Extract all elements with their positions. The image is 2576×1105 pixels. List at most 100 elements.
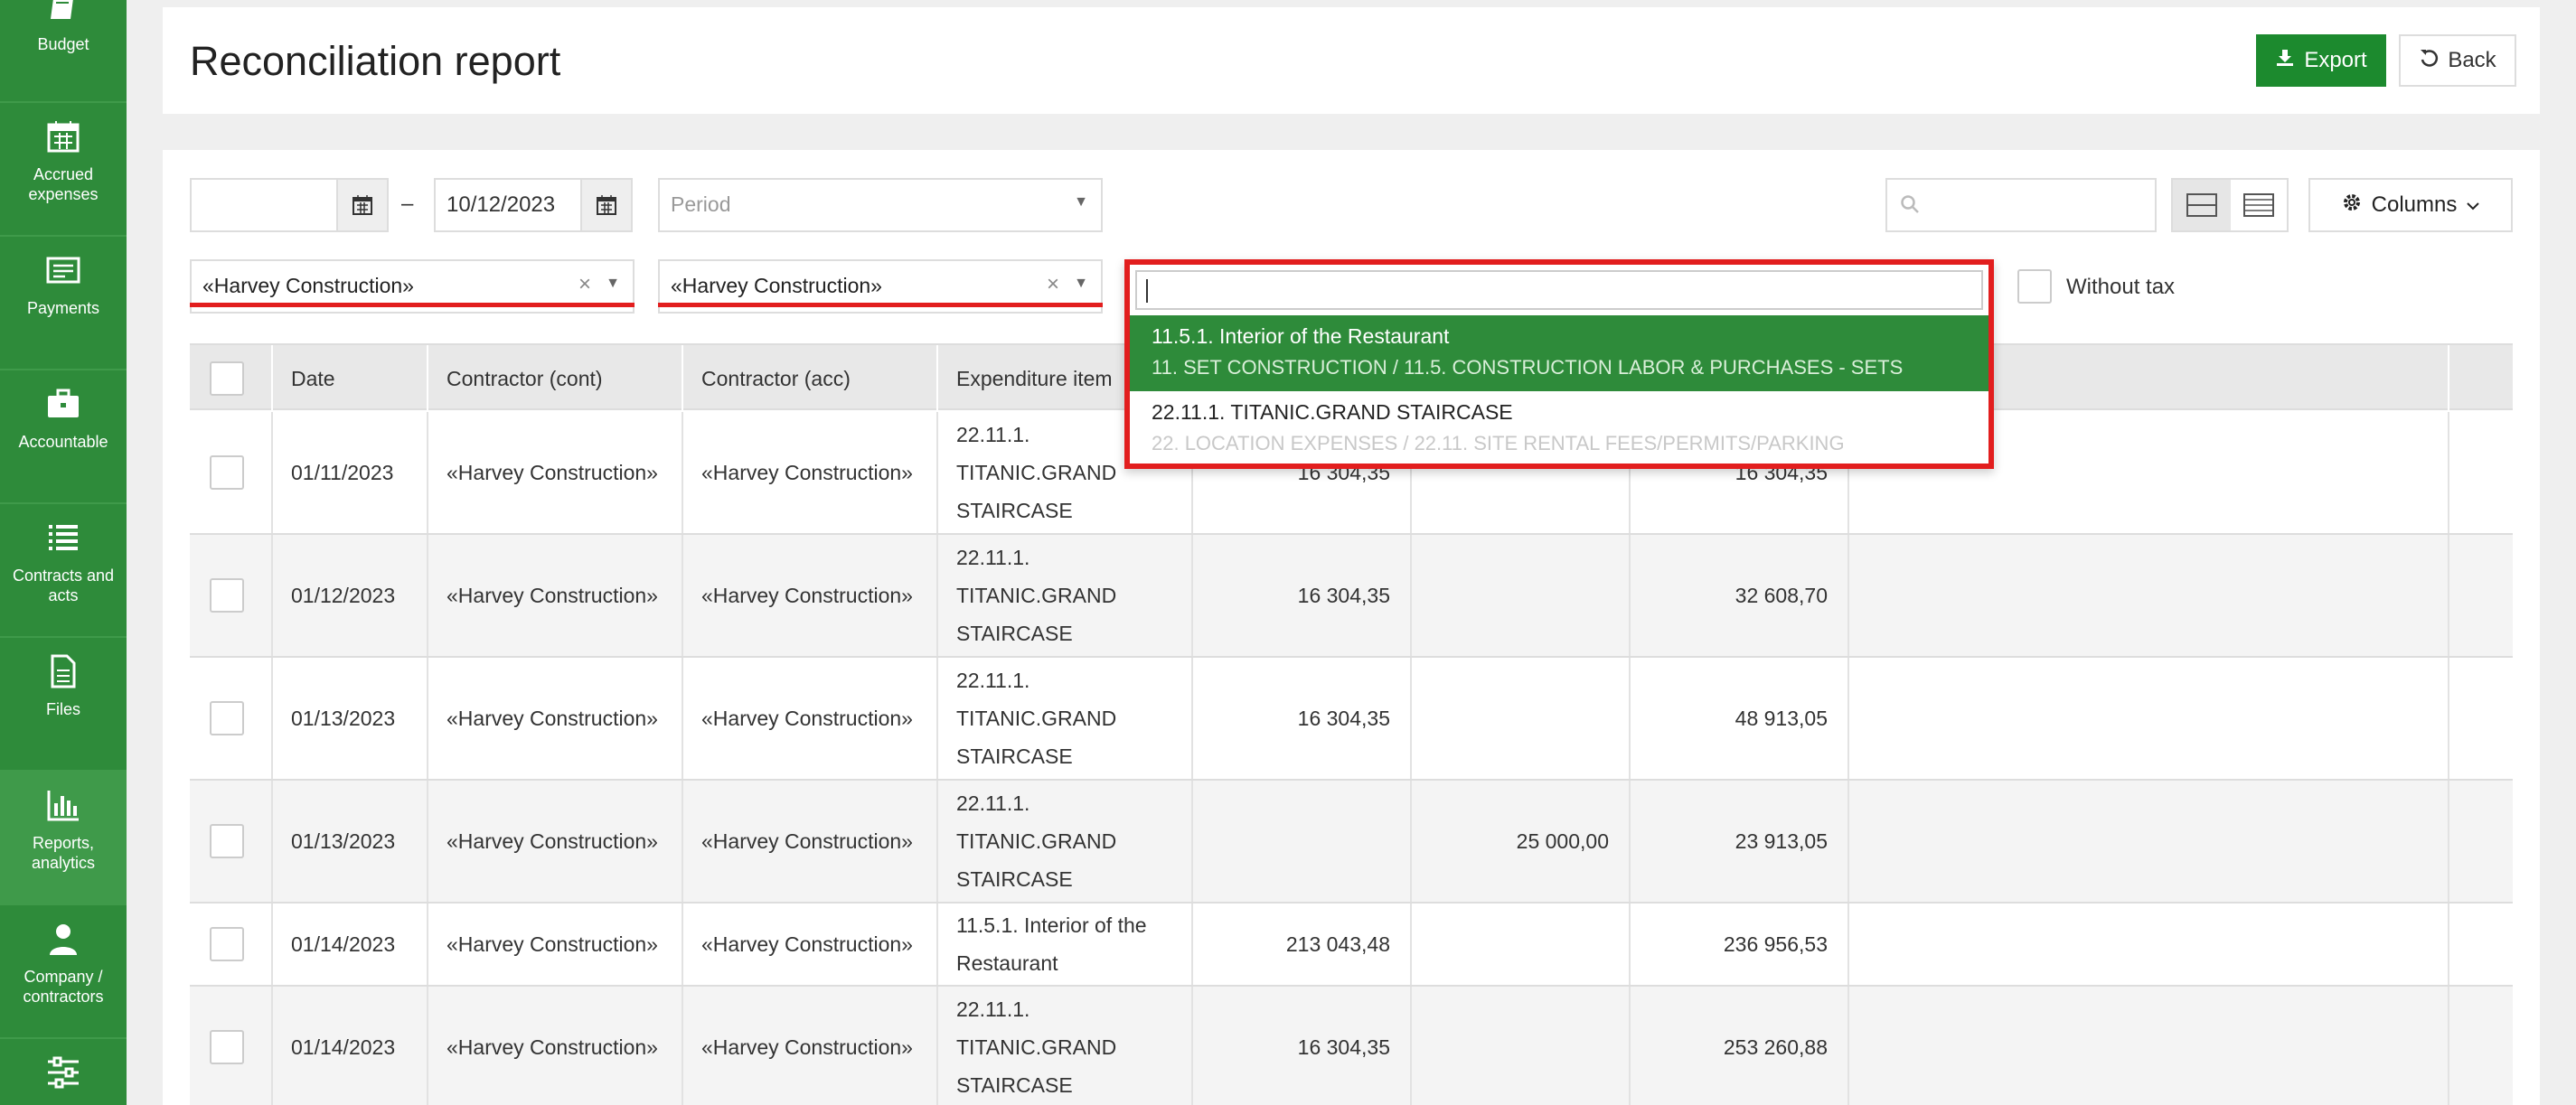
sidebar-item-budget[interactable]: Budget xyxy=(0,0,127,103)
row-checkbox[interactable] xyxy=(210,1030,244,1064)
cell-date: 01/12/2023 xyxy=(273,535,428,656)
calendar-icon[interactable] xyxy=(580,180,631,230)
cell-empty xyxy=(1849,658,2449,779)
cell-balance-text: 23 913,05 xyxy=(1735,829,1828,853)
sidebar-item-accrued-expenses[interactable]: Accrued expenses xyxy=(0,103,127,237)
table-row[interactable]: 01/12/2023 «Harvey Construction» «Harvey C… xyxy=(190,535,2513,658)
cell-contractor-acc-text: «Harvey Construction» xyxy=(701,1035,913,1059)
sidebar-item-label: Accrued expenses xyxy=(28,165,99,203)
col-contractor-cont[interactable]: Contractor (cont) xyxy=(428,345,683,412)
cell-date-text: 01/13/2023 xyxy=(291,707,396,730)
cell-debit-text: 16 304,35 xyxy=(1297,1035,1390,1059)
cell-credit xyxy=(1412,904,1631,985)
cell-contractor-cont: «Harvey Construction» xyxy=(428,904,683,985)
dropdown-option[interactable]: 11.5.1. Interior of the Restaurant 11. S… xyxy=(1130,315,1988,391)
col-contractor-acc[interactable]: Contractor (acc) xyxy=(683,345,938,412)
cell-empty xyxy=(1849,781,2449,902)
clear-icon[interactable]: × xyxy=(578,272,591,297)
row-checkbox[interactable] xyxy=(210,578,244,613)
list-icon xyxy=(42,517,84,558)
cell-expenditure-item-text: 22.11.1. TITANIC.GRAND STAIRCASE xyxy=(956,791,1117,891)
row-checkbox[interactable] xyxy=(210,455,244,490)
bar-chart-icon xyxy=(42,784,84,826)
select-all-checkbox[interactable] xyxy=(210,361,244,396)
cell-contractor-cont: «Harvey Construction» xyxy=(428,412,683,533)
cell-contractor-cont-text: «Harvey Construction» xyxy=(447,829,658,853)
date-to-input[interactable]: 10/12/2023 xyxy=(434,178,633,232)
sidebar-item-files[interactable]: Files xyxy=(0,638,127,772)
cell-expenditure-item-text: 22.11.1. TITANIC.GRAND STAIRCASE xyxy=(956,546,1117,645)
dropdown-search-input[interactable] xyxy=(1135,270,1983,310)
sidebar-item-payments[interactable]: Payments xyxy=(0,237,127,370)
page-title: Reconciliation report xyxy=(190,38,561,84)
cell-credit: 25 000,00 xyxy=(1412,781,1631,902)
cell-expenditure-item: 22.11.1. TITANIC.GRAND STAIRCASE xyxy=(938,987,1193,1105)
view-dense-button[interactable] xyxy=(2231,180,2287,230)
table-row[interactable]: 01/14/2023 «Harvey Construction» «Harvey C… xyxy=(190,987,2513,1105)
date-range-separator: – xyxy=(401,192,414,216)
text-caret xyxy=(1146,279,1148,303)
cell-date: 01/14/2023 xyxy=(273,904,428,985)
cell-balance-text: 32 608,70 xyxy=(1735,584,1828,607)
cell-date: 01/13/2023 xyxy=(273,781,428,902)
cell-contractor-acc-text: «Harvey Construction» xyxy=(701,584,913,607)
row-checkbox[interactable] xyxy=(210,701,244,735)
row-checkbox[interactable] xyxy=(210,927,244,961)
date-from-input[interactable] xyxy=(190,178,389,232)
cell-empty xyxy=(1849,535,2449,656)
table-row[interactable]: 01/14/2023 «Harvey Construction» «Harvey C… xyxy=(190,904,2513,987)
dropdown-option[interactable]: 22.11.1. TITANIC.GRAND STAIRCASE 22. LOC… xyxy=(1130,391,1988,464)
cell-debit: 16 304,35 xyxy=(1193,987,1412,1105)
row-select-cell xyxy=(190,987,273,1105)
period-placeholder: Period xyxy=(671,192,731,216)
cell-date-text: 01/14/2023 xyxy=(291,1035,396,1059)
cell-date-text: 01/13/2023 xyxy=(291,829,396,853)
option-title: 11.5.1. Interior of the Restaurant xyxy=(1152,324,1450,348)
cell-contractor-acc: «Harvey Construction» xyxy=(683,412,938,533)
cell-balance: 48 913,05 xyxy=(1631,658,1849,779)
cell-contractor-acc-text: «Harvey Construction» xyxy=(701,707,913,730)
cell-contractor-acc-text: «Harvey Construction» xyxy=(701,932,913,956)
export-label: Export xyxy=(2304,48,2367,72)
clear-icon[interactable]: × xyxy=(1047,272,1059,297)
cell-expenditure-item: 11.5.1. Interior of the Restaurant xyxy=(938,904,1193,985)
period-select[interactable]: Period ▼ xyxy=(658,178,1103,232)
cell-credit xyxy=(1412,987,1631,1105)
columns-button[interactable]: Columns xyxy=(2308,178,2513,232)
sidebar-item-label: Reports, analytics xyxy=(31,834,96,872)
row-select-cell xyxy=(190,658,273,779)
sidebar-item-reports-analytics[interactable]: Reports, analytics xyxy=(0,772,127,905)
table-row[interactable]: 01/13/2023 «Harvey Construction» «Harvey C… xyxy=(190,658,2513,781)
row-checkbox[interactable] xyxy=(210,824,244,858)
search-input[interactable] xyxy=(1885,178,2157,232)
calendar-icon[interactable] xyxy=(336,180,387,230)
export-button[interactable]: Export xyxy=(2256,34,2386,87)
cell-balance-text: 236 956,53 xyxy=(1723,932,1828,956)
dense-rows-icon xyxy=(2243,193,2274,217)
cell-date-text: 01/14/2023 xyxy=(291,932,396,956)
sidebar-item-label: Accountable xyxy=(18,433,108,451)
col-date[interactable]: Date xyxy=(273,345,428,412)
search-icon xyxy=(1900,194,1920,220)
sidebar-item-settings[interactable] xyxy=(0,1039,127,1105)
cell-contractor-cont: «Harvey Construction» xyxy=(428,535,683,656)
cell-contractor-cont-text: «Harvey Construction» xyxy=(447,707,658,730)
cell-balance: 23 913,05 xyxy=(1631,781,1849,902)
view-compact-button[interactable] xyxy=(2173,180,2231,230)
row-select-cell xyxy=(190,904,273,985)
without-tax-checkbox[interactable] xyxy=(2017,269,2052,304)
highlight-underline xyxy=(658,303,1103,307)
chevron-down-icon xyxy=(2466,192,2480,218)
cell-balance-text: 253 260,88 xyxy=(1723,1035,1828,1059)
sidebar-item-accountable[interactable]: Accountable xyxy=(0,370,127,504)
chevron-down-icon: ▼ xyxy=(606,276,620,291)
sidebar-item-contracts-and-acts[interactable]: Contracts and acts xyxy=(0,504,127,638)
table-row[interactable]: 01/13/2023 «Harvey Construction» «Harvey C… xyxy=(190,781,2513,904)
file-icon xyxy=(42,651,84,692)
cell-expenditure-item: 22.11.1. TITANIC.GRAND STAIRCASE xyxy=(938,658,1193,779)
sidebar-item-company-contractors[interactable]: Company / contractors xyxy=(0,905,127,1039)
back-button[interactable]: Back xyxy=(2399,34,2516,87)
gear-icon xyxy=(2341,192,2363,220)
cell-empty xyxy=(1849,904,2449,985)
sliders-icon xyxy=(42,1052,84,1093)
